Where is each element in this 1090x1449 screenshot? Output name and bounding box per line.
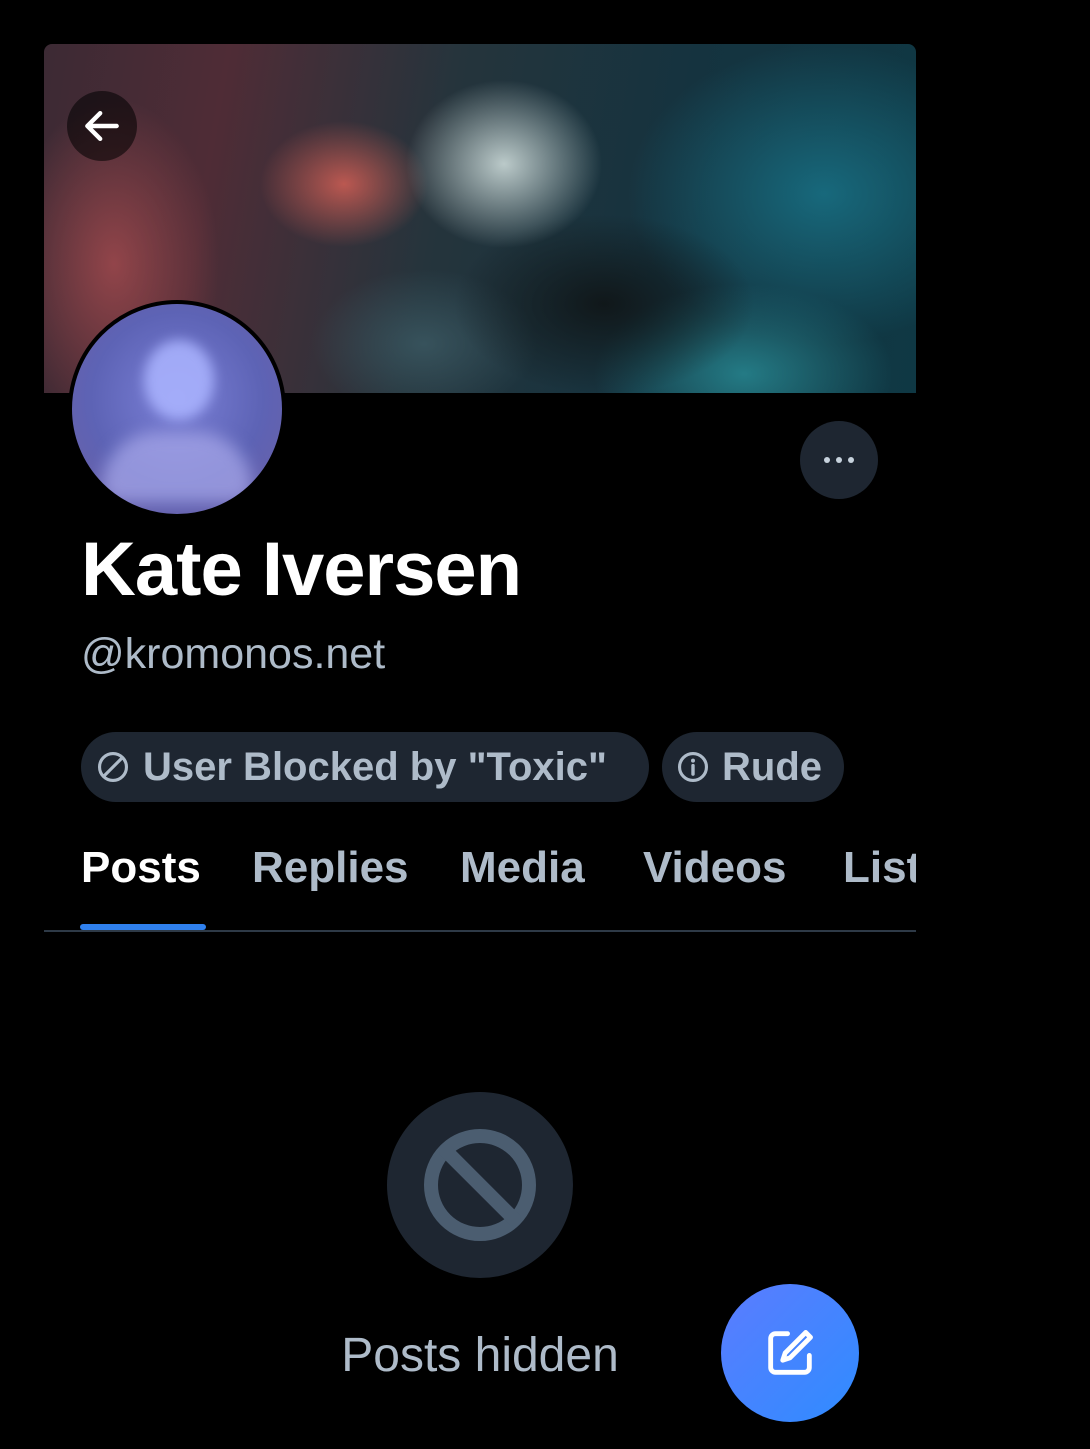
block-icon <box>95 749 131 785</box>
back-button[interactable] <box>67 91 137 161</box>
tab-lists[interactable]: Lists <box>843 834 916 930</box>
tab-replies[interactable]: Replies <box>252 834 409 930</box>
tab-media[interactable]: Media <box>460 834 585 930</box>
empty-state-icon-wrapper <box>387 1092 573 1278</box>
label-rude-text: Rude <box>722 744 822 789</box>
avatar[interactable] <box>68 300 286 518</box>
more-options-button[interactable] <box>800 421 878 499</box>
tab-posts[interactable]: Posts <box>81 834 201 930</box>
avatar-head-shape <box>144 340 214 420</box>
arrow-left-icon <box>85 110 119 142</box>
display-name: Kate Iversen <box>81 527 522 612</box>
ellipsis-icon <box>824 457 854 463</box>
label-rude[interactable]: Rude <box>662 732 844 802</box>
info-icon <box>676 749 710 785</box>
label-blocked-by-list[interactable]: User Blocked by "Toxic" <box>81 732 649 802</box>
profile-screen: Kate Iversen @kromonos.net User Blocked … <box>44 44 916 1449</box>
avatar-shoulders-shape <box>102 432 252 502</box>
prohibited-icon <box>424 1129 536 1241</box>
tab-videos[interactable]: Videos <box>643 834 786 930</box>
compose-button[interactable] <box>721 1284 859 1422</box>
active-tab-indicator <box>80 924 206 930</box>
handle[interactable]: @kromonos.net <box>81 630 385 678</box>
label-blocked-text: User Blocked by "Toxic" <box>143 744 608 789</box>
compose-icon <box>768 1330 813 1375</box>
empty-state-text: Posts hidden <box>341 1329 619 1382</box>
profile-tabs: Posts Replies Media Videos Lists <box>44 834 916 932</box>
